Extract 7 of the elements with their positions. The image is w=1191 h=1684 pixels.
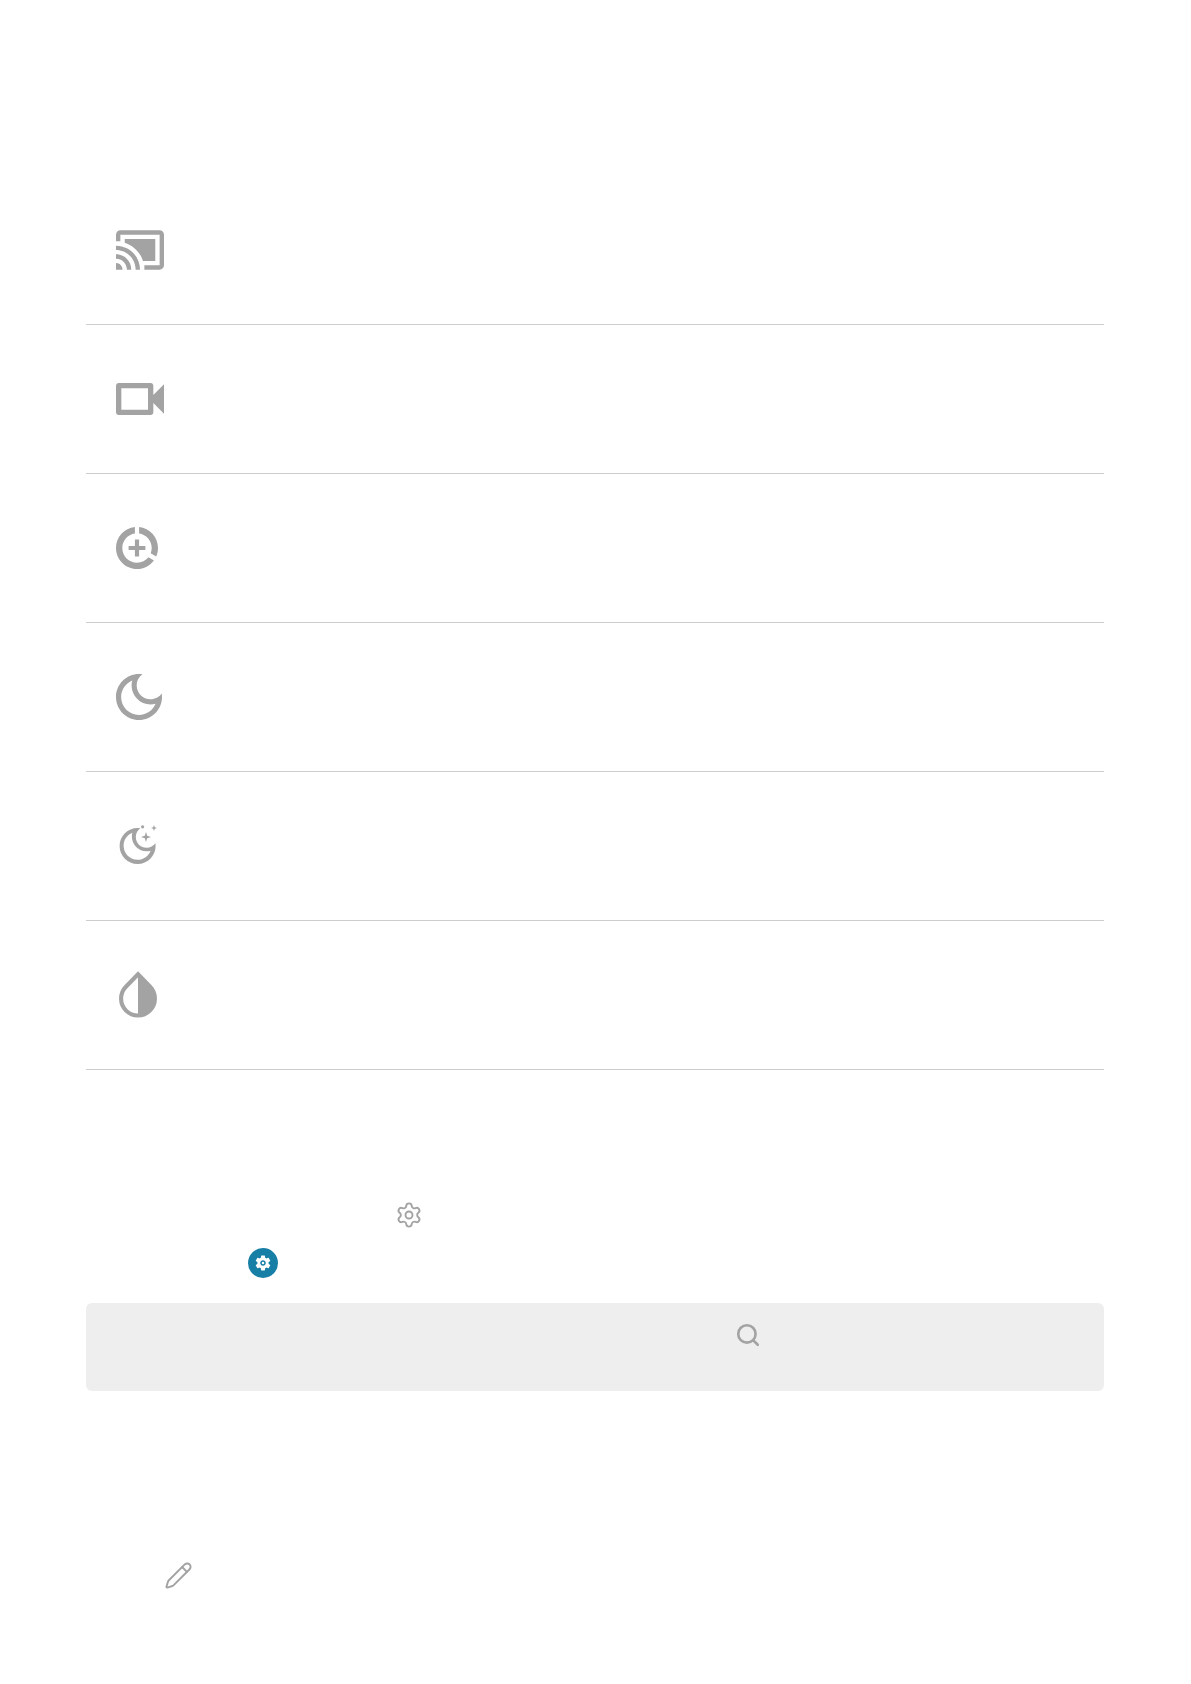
pencil-icon [164,1561,193,1590]
moon-icon [116,674,162,720]
video-camera-icon [116,383,164,415]
search-icon [735,1322,761,1348]
half-drop-icon [116,971,160,1019]
settings-app-icon [248,1248,278,1278]
settings-icon [395,1201,423,1229]
